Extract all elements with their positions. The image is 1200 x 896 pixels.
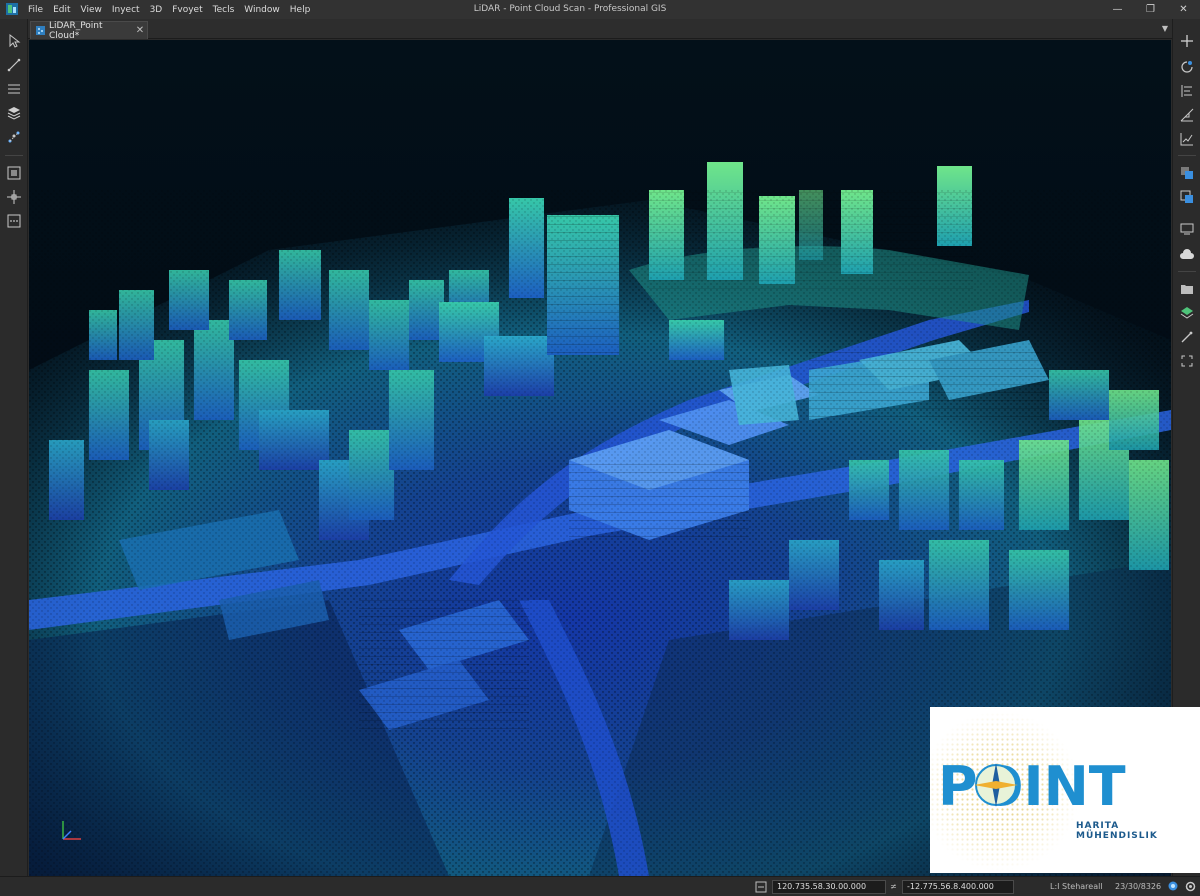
logo-wordmark: POINT <box>938 755 1126 813</box>
point-cloud-icon <box>36 26 45 35</box>
close-icon[interactable]: ✕ <box>1167 0 1200 19</box>
chart-icon[interactable] <box>1177 129 1197 149</box>
layer-status: L:I Stehareall <box>1050 882 1103 891</box>
folder-icon[interactable] <box>1177 279 1197 299</box>
date-status: 23/30/8326 <box>1115 882 1162 891</box>
coordinate-toggle-icon[interactable] <box>755 881 767 893</box>
tab-lidar-point-cloud[interactable]: LiDAR_Point Cloud* ✕ <box>30 20 148 41</box>
logo-text: POINT <box>938 755 1126 813</box>
window-title: LiDAR - Point Cloud Scan - Professional … <box>473 4 667 14</box>
restore-icon[interactable]: ❐ <box>1134 0 1167 19</box>
zoom-extent-icon[interactable] <box>4 163 24 183</box>
left-toolbar <box>0 19 28 876</box>
window-controls: — ❐ ✕ <box>1101 0 1200 19</box>
coord-x-field[interactable]: 120.735.58.30.00.000 <box>772 880 886 894</box>
toolbar-separator <box>1178 271 1196 272</box>
expand-icon[interactable] <box>1177 351 1197 371</box>
copy-layer-icon[interactable] <box>1177 187 1197 207</box>
line-measure-icon[interactable] <box>4 55 24 75</box>
tab-list-chevron-icon[interactable]: ▼ <box>1162 24 1168 33</box>
options-icon[interactable] <box>4 211 24 231</box>
coord-y-field[interactable]: -12.775.56.8.400.000 <box>902 880 1014 894</box>
node-edit-icon[interactable] <box>4 127 24 147</box>
pen-icon[interactable] <box>1177 327 1197 347</box>
search-icon[interactable] <box>1167 880 1180 893</box>
profile-icon[interactable] <box>1177 105 1197 125</box>
layers-icon[interactable] <box>4 103 24 123</box>
axis-gizmo-icon[interactable] <box>57 815 87 845</box>
document-tab-bar: LiDAR_Point Cloud* ✕ ▼ <box>28 19 1172 41</box>
classify-icon[interactable] <box>1177 163 1197 183</box>
cloud-icon[interactable] <box>1177 245 1197 265</box>
settings-icon[interactable] <box>1184 880 1197 893</box>
add-icon[interactable] <box>1177 31 1197 51</box>
coord-separator: ≠ <box>890 882 897 891</box>
company-logo: POINT HARITA MÜHENDISLIK <box>930 707 1200 873</box>
toolbar-separator <box>5 155 23 156</box>
rotate-icon[interactable] <box>1177 57 1197 77</box>
logo-subtitle: HARITA MÜHENDISLIK <box>1076 821 1158 841</box>
pan-move-icon[interactable] <box>4 187 24 207</box>
tab-label: LiDAR_Point Cloud* <box>49 20 103 41</box>
stack-icon[interactable] <box>1177 303 1197 323</box>
tab-close-icon[interactable]: ✕ <box>133 25 147 36</box>
status-bar: 120.735.58.30.00.000 ≠ -12.775.56.8.400.… <box>0 876 1200 896</box>
align-icon[interactable] <box>1177 81 1197 101</box>
select-arrow-icon[interactable] <box>4 31 24 51</box>
minimize-icon[interactable]: — <box>1101 0 1134 19</box>
display-icon[interactable] <box>1177 219 1197 239</box>
list-icon[interactable] <box>4 79 24 99</box>
title-bar: File Edit View Inyect 3D Fvoyet Tecls Wi… <box>0 0 1200 19</box>
toolbar-separator <box>1178 155 1196 156</box>
